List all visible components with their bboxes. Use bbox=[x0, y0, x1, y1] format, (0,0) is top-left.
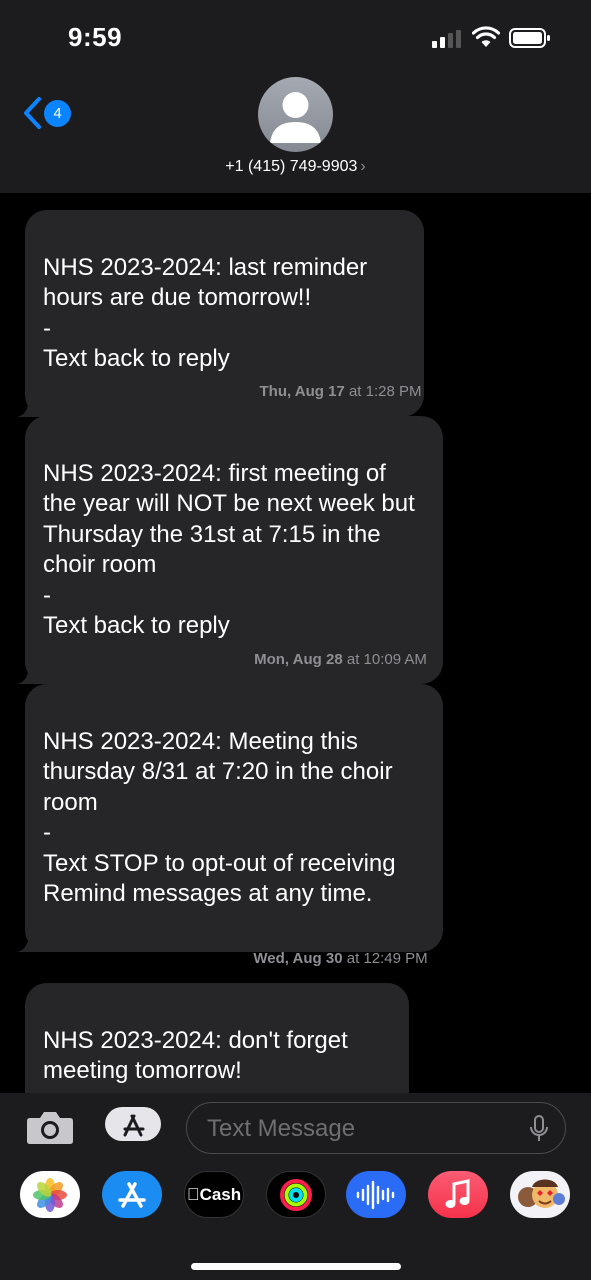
message-text: NHS 2023-2024: first meeting of the year… bbox=[43, 459, 415, 640]
microphone-icon[interactable] bbox=[529, 1115, 549, 1143]
conversation-header: 9:59 4 +1 (415) 749-9903 › bbox=[0, 0, 591, 193]
timestamp: Wed, Aug 30 at 12:49 PM bbox=[0, 950, 591, 967]
camera-icon[interactable] bbox=[26, 1109, 74, 1145]
message-text: NHS 2023-2024: Meeting this thursday 8/3… bbox=[43, 727, 396, 908]
timestamp-day: Mon, Aug 28 bbox=[254, 651, 343, 668]
wifi-icon bbox=[472, 26, 500, 47]
apple-cash-label: Cash bbox=[193, 1184, 242, 1204]
person-silhouette-icon bbox=[270, 92, 321, 143]
timestamp-day: Thu, Aug 17 bbox=[259, 383, 345, 400]
incoming-message[interactable]: NHS 2023-2024: Meeting this thursday 8/3… bbox=[17, 684, 443, 952]
timestamp: Mon, Aug 28 at 10:09 AM bbox=[0, 651, 591, 668]
chevron-right-icon: › bbox=[360, 158, 366, 175]
timestamp-day: Wed, Aug 30 bbox=[253, 950, 343, 967]
audio-message-app-button[interactable] bbox=[346, 1171, 406, 1218]
memoji-app-button[interactable] bbox=[510, 1171, 570, 1218]
timestamp-time: at 12:49 PM bbox=[342, 950, 428, 967]
composer-bar: Text Message bbox=[0, 1093, 591, 1161]
timestamp-time: at 10:09 AM bbox=[342, 651, 427, 668]
app-store-icon bbox=[118, 1181, 146, 1208]
timestamp: Thu, Aug 17 at 1:28 PM bbox=[0, 383, 591, 400]
timestamp-time: at 1:28 PM bbox=[344, 383, 422, 400]
status-time: 9:59 bbox=[68, 22, 123, 52]
photos-app-button[interactable] bbox=[20, 1171, 80, 1218]
message-input-placeholder: Text Message bbox=[207, 1115, 356, 1142]
message-input[interactable]: Text Message bbox=[186, 1102, 566, 1154]
battery-icon bbox=[509, 28, 550, 48]
apple-cash-app-button[interactable]: Cash bbox=[184, 1171, 244, 1218]
incoming-message[interactable]: NHS 2023-2024: first meeting of the year… bbox=[17, 416, 443, 684]
chevron-left-icon bbox=[24, 97, 41, 129]
music-app-button[interactable] bbox=[428, 1171, 488, 1218]
message-thread[interactable]: NHS 2023-2024: last reminder hours are d… bbox=[0, 193, 591, 1093]
back-button[interactable]: 4 bbox=[22, 96, 71, 130]
audio-message-icon bbox=[356, 1180, 395, 1209]
contact-number: +1 (415) 749-9903 bbox=[225, 158, 358, 175]
photos-icon bbox=[33, 1177, 67, 1212]
music-icon bbox=[445, 1178, 470, 1208]
fitness-app-button[interactable] bbox=[266, 1171, 326, 1218]
home-indicator[interactable] bbox=[191, 1263, 401, 1270]
contact-name[interactable]: +1 (415) 749-9903 › bbox=[0, 158, 591, 176]
bubble-tail bbox=[17, 930, 47, 952]
app-store-glyph-icon bbox=[123, 1114, 145, 1137]
app-store-app-button[interactable] bbox=[102, 1171, 162, 1218]
message-text: NHS 2023-2024: don't forget meeting tomo… bbox=[43, 1026, 348, 1094]
memoji-icon bbox=[518, 1179, 565, 1208]
incoming-message[interactable]: NHS 2023-2024: don't forget meeting tomo… bbox=[25, 983, 409, 1093]
fitness-icon bbox=[280, 1178, 312, 1211]
contact-avatar[interactable] bbox=[258, 77, 333, 152]
apple-cash-icon:  bbox=[187, 1185, 200, 1205]
unread-count-badge: 4 bbox=[44, 99, 71, 127]
message-text: NHS 2023-2024: last reminder hours are d… bbox=[43, 253, 368, 373]
app-drawer-button[interactable] bbox=[105, 1107, 161, 1141]
cellular-signal-icon bbox=[432, 30, 461, 48]
